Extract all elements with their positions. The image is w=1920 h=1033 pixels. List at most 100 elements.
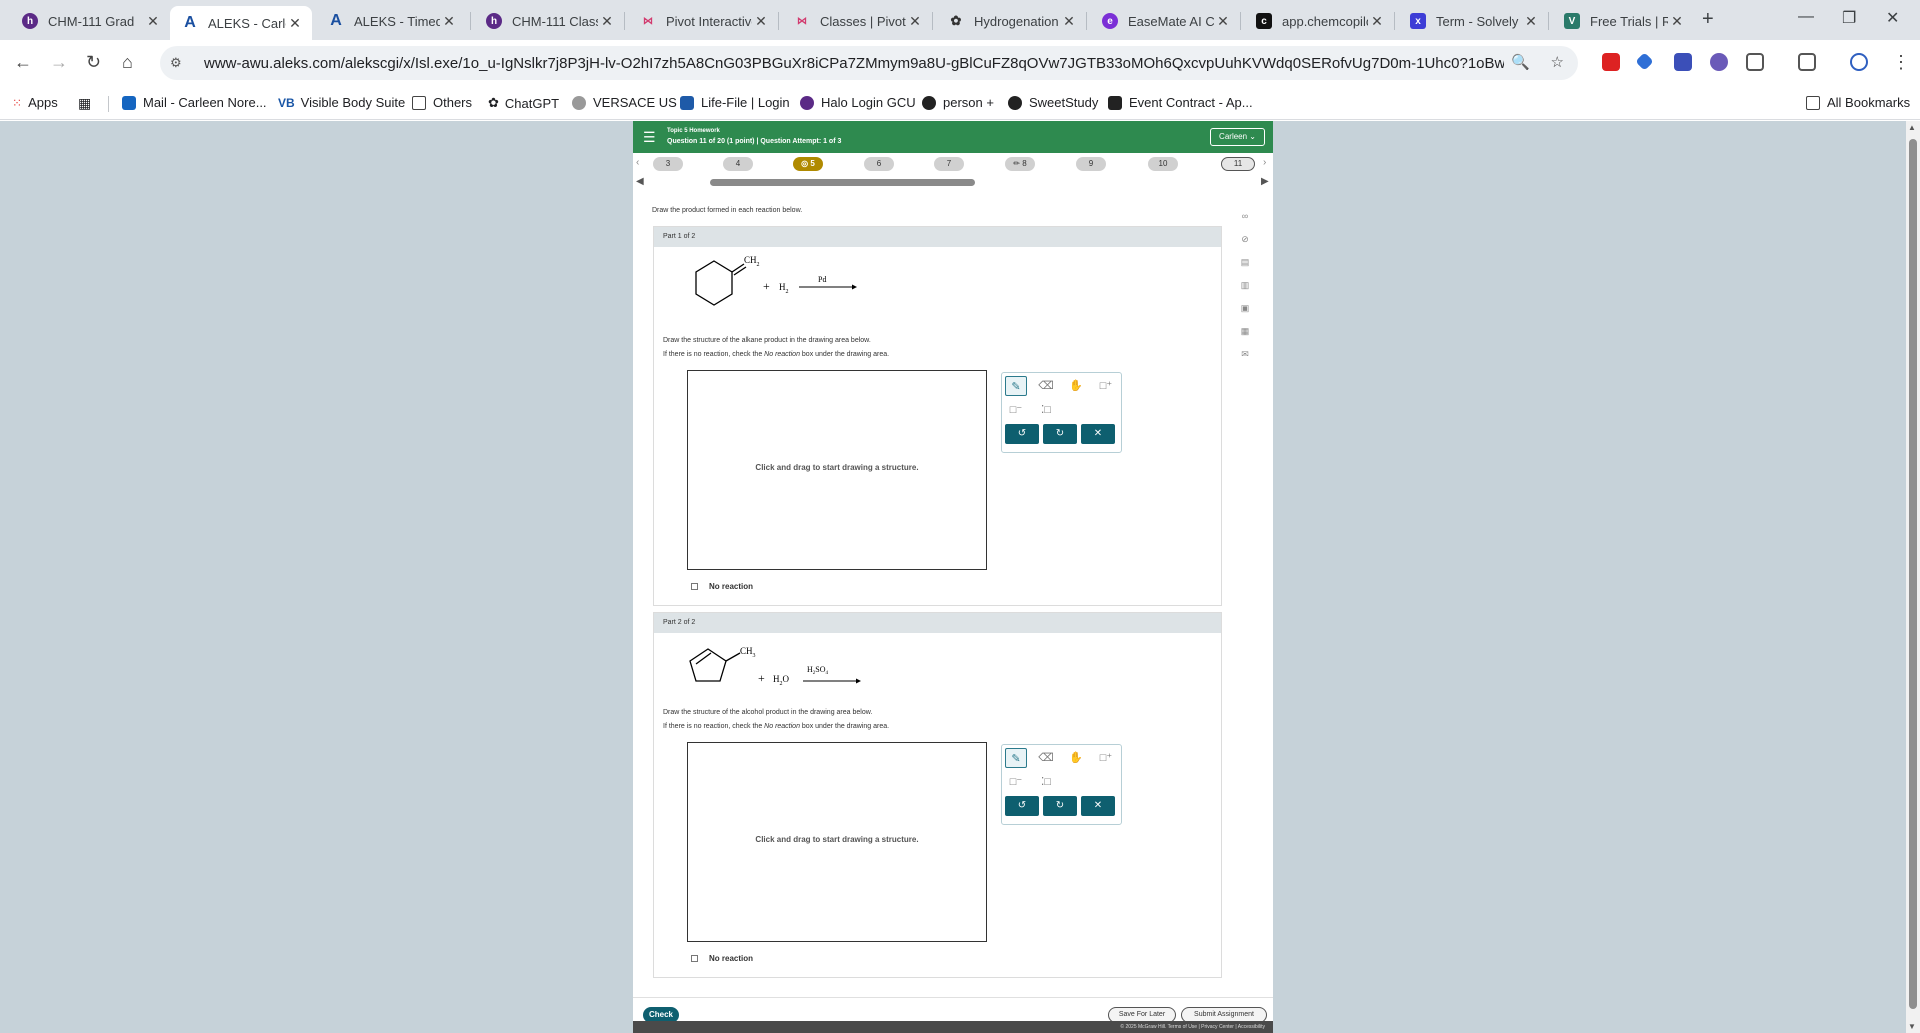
close-icon[interactable]: ✕ <box>1214 13 1232 30</box>
bookmark-others[interactable]: Others <box>412 95 472 110</box>
checkbox[interactable] <box>691 583 698 590</box>
check-circle-icon[interactable]: ⊘ <box>1237 234 1253 257</box>
restore-icon[interactable]: ❐ <box>1842 8 1856 28</box>
bookmark-apps[interactable]: ⁙ Apps <box>12 95 58 110</box>
close-icon[interactable]: ✕ <box>1522 13 1540 30</box>
close-icon[interactable]: ✕ <box>1060 13 1078 30</box>
scroll-down-icon[interactable]: ▼ <box>1908 1022 1916 1031</box>
bookmark-chatgpt[interactable]: ✿ ChatGPT <box>488 95 559 111</box>
question-pill[interactable]: 9 <box>1076 157 1106 171</box>
tab-search-icon[interactable] <box>1798 53 1816 71</box>
question-pill[interactable]: 7 <box>934 157 964 171</box>
close-icon[interactable]: ✕ <box>752 13 770 30</box>
tab-chemcopilot[interactable]: c app.chemcopilo ✕ <box>1244 6 1394 36</box>
undo-button[interactable]: ↺ <box>1005 796 1039 816</box>
close-icon[interactable]: ✕ <box>598 13 616 30</box>
nav-prev-icon[interactable]: ‹ <box>636 157 639 168</box>
image-icon[interactable]: ▣ <box>1237 303 1253 326</box>
scrollbar-thumb[interactable] <box>710 179 975 186</box>
chart-icon[interactable]: ▥ <box>1237 280 1253 303</box>
question-pill[interactable]: 6 <box>864 157 894 171</box>
site-info-icon[interactable]: ⚙ <box>170 55 200 71</box>
hamburger-menu-icon[interactable]: ☰ <box>643 129 656 146</box>
bookmark-life-file[interactable]: Life-File | Login <box>680 95 790 110</box>
page-scrollbar[interactable]: ▲ ▼ <box>1906 121 1920 1033</box>
close-icon[interactable]: ✕ <box>440 13 458 30</box>
redo-button[interactable]: ↻ <box>1043 796 1077 816</box>
charge-minus-icon[interactable]: □⁻ <box>1005 772 1027 792</box>
clear-button[interactable]: ✕ <box>1081 796 1115 816</box>
profile-avatar-icon[interactable] <box>1850 53 1868 71</box>
extensions-puzzle-icon[interactable] <box>1746 53 1764 71</box>
more-menu-icon[interactable]: ⋮ <box>1892 52 1910 73</box>
address-bar[interactable]: ⚙ www-awu.aleks.com/alekscgi/x/Isl.exe/1… <box>160 46 1578 80</box>
notes-icon[interactable]: ▤ <box>1237 257 1253 280</box>
checkbox[interactable] <box>691 955 698 962</box>
question-pill[interactable]: 11 <box>1221 157 1255 171</box>
minimize-icon[interactable]: — <box>1798 8 1814 26</box>
drawing-canvas-1[interactable]: Click and drag to start drawing a struct… <box>687 370 987 570</box>
pencil-tool-icon[interactable]: ✎ <box>1005 748 1027 768</box>
bookmark-event-contract[interactable]: Event Contract - Ap... <box>1108 95 1253 110</box>
close-icon[interactable]: ✕ <box>286 15 304 32</box>
tab-easemate[interactable]: e EaseMate AI Ch ✕ <box>1090 6 1240 36</box>
reload-icon[interactable]: ↻ <box>86 52 101 73</box>
bookmark-halo[interactable]: Halo Login GCU <box>800 95 916 110</box>
extension-graduation-icon[interactable] <box>1635 52 1654 71</box>
back-icon[interactable]: ← <box>14 52 32 73</box>
all-bookmarks[interactable]: All Bookmarks <box>1806 95 1910 110</box>
tab-chm111-class[interactable]: h CHM-111 Class ✕ <box>474 6 624 36</box>
extension-copy-icon[interactable] <box>1674 53 1692 71</box>
charge-minus-icon[interactable]: □⁻ <box>1005 400 1027 420</box>
question-pill[interactable]: 4 <box>723 157 753 171</box>
pencil-tool-icon[interactable]: ✎ <box>1005 376 1027 396</box>
bookmark-person[interactable]: person + <box>922 95 994 110</box>
nav-next-icon[interactable]: › <box>1263 157 1266 168</box>
question-pill[interactable]: 10 <box>1148 157 1178 171</box>
forward-icon[interactable]: → <box>50 52 68 73</box>
tab-classes-pivot[interactable]: ⋈ Classes | Pivot I ✕ <box>782 6 932 36</box>
charge-plus-icon[interactable]: □⁺ <box>1095 748 1117 768</box>
user-menu-button[interactable]: Carleen ⌄ <box>1210 128 1265 146</box>
url-text[interactable]: www-awu.aleks.com/alekscgi/x/Isl.exe/1o_… <box>204 55 1504 72</box>
tab-pivot-interactive[interactable]: ⋈ Pivot Interactive ✕ <box>628 6 778 36</box>
window-close-icon[interactable]: ✕ <box>1886 8 1899 28</box>
infinity-icon[interactable]: ∞ <box>1237 211 1253 234</box>
lone-pair-icon[interactable]: ⁚□ <box>1035 400 1057 420</box>
eraser-tool-icon[interactable]: ⌫ <box>1035 748 1057 768</box>
clear-button[interactable]: ✕ <box>1081 424 1115 444</box>
tab-solvely[interactable]: x Term - Solvely ✕ <box>1398 6 1548 36</box>
hand-tool-icon[interactable]: ✋ <box>1065 376 1087 396</box>
bookmark-star-icon[interactable]: ☆ <box>1551 54 1564 71</box>
eraser-tool-icon[interactable]: ⌫ <box>1035 376 1057 396</box>
extension-adobe-icon[interactable] <box>1602 53 1620 71</box>
extension-circle-icon[interactable] <box>1710 53 1728 71</box>
tab-free-trials[interactable]: V Free Trials | Rev ✕ <box>1552 6 1694 36</box>
no-reaction-checkbox-2[interactable]: No reaction <box>691 954 753 963</box>
book-icon[interactable]: ▦ <box>1237 326 1253 349</box>
question-pill[interactable]: ✏ 8 <box>1005 157 1035 171</box>
close-icon[interactable]: ✕ <box>1668 13 1686 30</box>
tab-aleks-carleen[interactable]: A ALEKS - Carleen ✕ <box>170 6 312 40</box>
question-pill-current[interactable]: ◎ 5 <box>793 157 823 171</box>
undo-button[interactable]: ↺ <box>1005 424 1039 444</box>
question-pill[interactable]: 3 <box>653 157 683 171</box>
hand-tool-icon[interactable]: ✋ <box>1065 748 1087 768</box>
new-tab-button[interactable]: + <box>1702 8 1714 31</box>
no-reaction-checkbox-1[interactable]: No reaction <box>691 582 753 591</box>
redo-button[interactable]: ↻ <box>1043 424 1077 444</box>
tab-hydrogenation[interactable]: ✿ Hydrogenation ✕ <box>936 6 1086 36</box>
question-nav-scrollbar[interactable]: ◀ ▶ <box>633 176 1273 188</box>
bookmark-versace[interactable]: VERSACE US <box>572 95 677 110</box>
bookmark-visible-body[interactable]: VB Visible Body Suite <box>278 95 405 110</box>
tab-aleks-timed[interactable]: A ALEKS - Timed ✕ <box>316 6 466 36</box>
bookmark-sweetstudy[interactable]: SweetStudy <box>1008 95 1098 110</box>
home-icon[interactable]: ⌂ <box>122 52 133 73</box>
drawing-canvas-2[interactable]: Click and drag to start drawing a struct… <box>687 742 987 942</box>
close-icon[interactable]: ✕ <box>144 13 162 30</box>
lone-pair-icon[interactable]: ⁚□ <box>1035 772 1057 792</box>
charge-plus-icon[interactable]: □⁺ <box>1095 376 1117 396</box>
zoom-icon[interactable]: 🔍 <box>1511 54 1530 71</box>
tab-chm111-grad[interactable]: h CHM-111 Grad ✕ <box>10 6 170 36</box>
scrollbar-thumb[interactable] <box>1909 139 1917 1009</box>
